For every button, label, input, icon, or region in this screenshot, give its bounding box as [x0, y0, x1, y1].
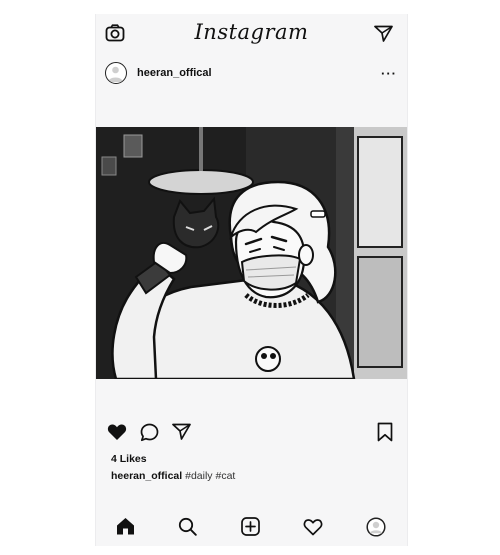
paper-plane-icon[interactable]: [374, 25, 393, 42]
top-bar: Instagram: [96, 14, 407, 54]
search-icon[interactable]: [178, 517, 197, 536]
cartoon-illustration: [96, 127, 407, 379]
post-username[interactable]: heeran_offical: [137, 67, 212, 79]
caption-username[interactable]: heeran_offical: [111, 470, 182, 482]
default-avatar-icon: [108, 66, 123, 82]
heart-outline-icon[interactable]: [303, 518, 323, 536]
post-caption: heeran_offical #daily #cat: [111, 470, 235, 482]
profile-icon[interactable]: [366, 517, 386, 537]
comment-icon[interactable]: [140, 423, 159, 442]
bookmark-icon[interactable]: [377, 422, 393, 442]
instagram-app-frame: Instagram heeran_offical ··· 4 Likes hee…: [95, 14, 408, 546]
post-image[interactable]: [96, 127, 407, 379]
home-icon[interactable]: [116, 517, 135, 535]
post-actions: [96, 417, 407, 445]
post-header: heeran_offical ···: [96, 58, 407, 92]
likes-count[interactable]: 4 Likes: [111, 453, 147, 465]
add-post-icon[interactable]: [241, 517, 260, 536]
heart-filled-icon[interactable]: [107, 423, 127, 441]
more-options-icon[interactable]: ···: [381, 66, 397, 81]
share-paper-plane-icon[interactable]: [172, 423, 191, 440]
app-logo: Instagram: [194, 20, 309, 44]
avatar[interactable]: [105, 62, 127, 84]
bottom-navigation: [96, 506, 407, 546]
caption-hashtags[interactable]: #daily #cat: [185, 470, 235, 482]
